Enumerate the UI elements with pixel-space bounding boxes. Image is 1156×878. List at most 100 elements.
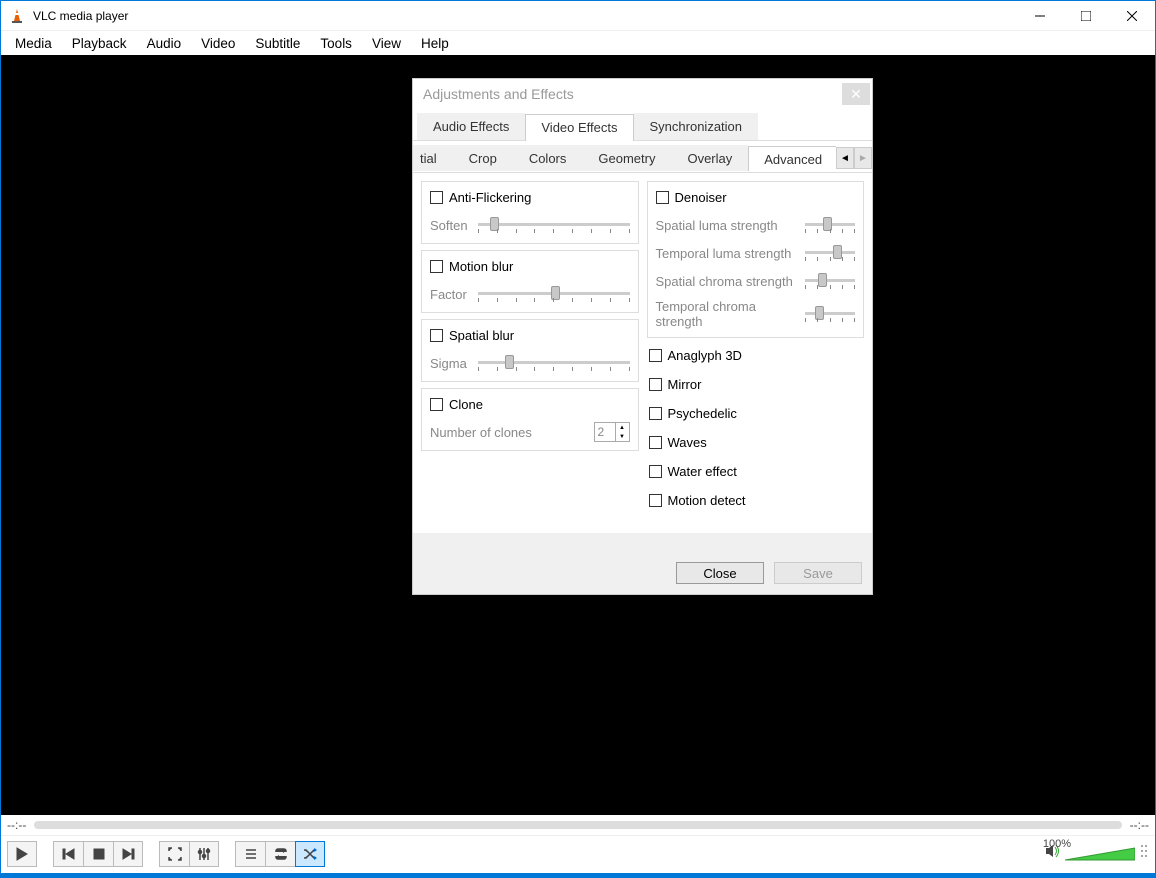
tab-synchronization[interactable]: Synchronization	[634, 113, 759, 140]
window-maximize-button[interactable]	[1063, 1, 1109, 31]
anti-flickering-group: Anti-Flickering Soften	[421, 181, 639, 244]
dialog-titlebar[interactable]: Adjustments and Effects ✕	[413, 79, 872, 109]
dialog-save-button[interactable]: Save	[774, 562, 862, 584]
fullscreen-button[interactable]	[159, 841, 189, 867]
number-of-clones-label: Number of clones	[430, 425, 586, 440]
dialog-close-action-button[interactable]: Close	[676, 562, 764, 584]
subtab-colors[interactable]: Colors	[513, 145, 583, 171]
tab-video-effects[interactable]: Video Effects	[525, 114, 633, 141]
factor-slider[interactable]	[478, 284, 630, 304]
motion-blur-label: Motion blur	[449, 259, 513, 274]
waves-label: Waves	[668, 435, 707, 450]
menu-playback[interactable]: Playback	[62, 33, 137, 54]
motion-detect-label: Motion detect	[668, 493, 746, 508]
player-controls: 100%	[1, 835, 1155, 871]
window-minimize-button[interactable]	[1017, 1, 1063, 31]
denoiser-group: Denoiser Spatial luma strength Temporal …	[647, 181, 865, 338]
menu-view[interactable]: View	[362, 33, 411, 54]
clone-label: Clone	[449, 397, 483, 412]
motion-blur-group: Motion blur Factor	[421, 250, 639, 313]
menu-video[interactable]: Video	[191, 33, 245, 54]
loop-button[interactable]	[265, 841, 295, 867]
subtab-scroll-left[interactable]: ◄	[836, 147, 854, 169]
menu-help[interactable]: Help	[411, 33, 459, 54]
anti-flickering-checkbox[interactable]	[430, 191, 443, 204]
menubar: Media Playback Audio Video Subtitle Tool…	[1, 31, 1155, 55]
seek-slider[interactable]	[34, 821, 1121, 829]
volume-percent: 100%	[1043, 838, 1071, 850]
sigma-label: Sigma	[430, 356, 470, 371]
subtab-advanced[interactable]: Advanced	[748, 146, 836, 171]
motion-blur-checkbox[interactable]	[430, 260, 443, 273]
clone-group: Clone Number of clones 2 ▲▼	[421, 388, 639, 451]
time-elapsed: --:--	[7, 818, 26, 832]
spatial-chroma-slider[interactable]	[805, 271, 855, 291]
adjustments-effects-dialog: Adjustments and Effects ✕ Audio Effects …	[412, 78, 873, 595]
window-titlebar: VLC media player	[1, 1, 1155, 31]
volume-slider[interactable]	[1065, 846, 1135, 862]
spatial-blur-group: Spatial blur Sigma	[421, 319, 639, 382]
seek-row: --:-- --:--	[1, 815, 1155, 835]
dialog-close-button[interactable]: ✕	[842, 83, 870, 105]
denoiser-label: Denoiser	[675, 190, 727, 205]
menu-media[interactable]: Media	[5, 33, 62, 54]
subtab-essential-truncated[interactable]: tial	[413, 145, 453, 171]
temporal-chroma-slider[interactable]	[805, 304, 855, 324]
subtab-scroll-right[interactable]: ►	[854, 147, 872, 169]
psychedelic-checkbox[interactable]	[649, 407, 662, 420]
factor-label: Factor	[430, 287, 470, 302]
window-title: VLC media player	[33, 9, 1017, 23]
clone-checkbox[interactable]	[430, 398, 443, 411]
window-close-button[interactable]	[1109, 1, 1155, 31]
spatial-luma-label: Spatial luma strength	[656, 218, 798, 233]
dialog-main-tabs: Audio Effects Video Effects Synchronizat…	[413, 109, 872, 141]
spatial-blur-checkbox[interactable]	[430, 329, 443, 342]
psychedelic-label: Psychedelic	[668, 406, 737, 421]
anaglyph-3d-checkbox[interactable]	[649, 349, 662, 362]
spatial-chroma-label: Spatial chroma strength	[656, 274, 798, 289]
dialog-title: Adjustments and Effects	[423, 86, 842, 102]
previous-button[interactable]	[53, 841, 83, 867]
tab-audio-effects[interactable]: Audio Effects	[417, 113, 525, 140]
denoiser-checkbox[interactable]	[656, 191, 669, 204]
spatial-luma-slider[interactable]	[805, 215, 855, 235]
soften-label: Soften	[430, 218, 470, 233]
extended-settings-button[interactable]	[189, 841, 219, 867]
mirror-checkbox[interactable]	[649, 378, 662, 391]
time-total: --:--	[1130, 818, 1149, 832]
subtab-overlay[interactable]: Overlay	[671, 145, 748, 171]
spinner-down-icon[interactable]: ▼	[615, 432, 629, 441]
subtab-geometry[interactable]: Geometry	[582, 145, 671, 171]
mirror-label: Mirror	[668, 377, 702, 392]
water-effect-label: Water effect	[668, 464, 737, 479]
subtab-crop[interactable]: Crop	[453, 145, 513, 171]
water-effect-checkbox[interactable]	[649, 465, 662, 478]
menu-audio[interactable]: Audio	[137, 33, 192, 54]
next-button[interactable]	[113, 841, 143, 867]
temporal-luma-slider[interactable]	[805, 243, 855, 263]
sigma-slider[interactable]	[478, 353, 630, 373]
window-bottom-border	[1, 873, 1155, 877]
temporal-chroma-label: Temporal chroma strength	[656, 299, 798, 329]
spinner-up-icon[interactable]: ▲	[615, 423, 629, 432]
waves-checkbox[interactable]	[649, 436, 662, 449]
dialog-sub-tabs: tial Crop Colors Geometry Overlay Advanc…	[413, 141, 872, 173]
vlc-cone-icon	[9, 8, 25, 24]
menu-subtitle[interactable]: Subtitle	[245, 33, 310, 54]
volume-max-icon[interactable]	[1139, 843, 1149, 864]
motion-detect-checkbox[interactable]	[649, 494, 662, 507]
temporal-luma-label: Temporal luma strength	[656, 246, 798, 261]
menu-tools[interactable]: Tools	[310, 33, 362, 54]
advanced-panel: Anti-Flickering Soften Motion blur	[413, 173, 872, 533]
spatial-blur-label: Spatial blur	[449, 328, 514, 343]
number-of-clones-spinner[interactable]: 2 ▲▼	[594, 422, 630, 442]
number-of-clones-value: 2	[595, 423, 615, 441]
anti-flickering-label: Anti-Flickering	[449, 190, 531, 205]
playlist-button[interactable]	[235, 841, 265, 867]
video-canvas: Adjustments and Effects ✕ Audio Effects …	[1, 55, 1155, 815]
soften-slider[interactable]	[478, 215, 630, 235]
stop-button[interactable]	[83, 841, 113, 867]
shuffle-button[interactable]	[295, 841, 325, 867]
anaglyph-3d-label: Anaglyph 3D	[668, 348, 742, 363]
play-button[interactable]	[7, 841, 37, 867]
